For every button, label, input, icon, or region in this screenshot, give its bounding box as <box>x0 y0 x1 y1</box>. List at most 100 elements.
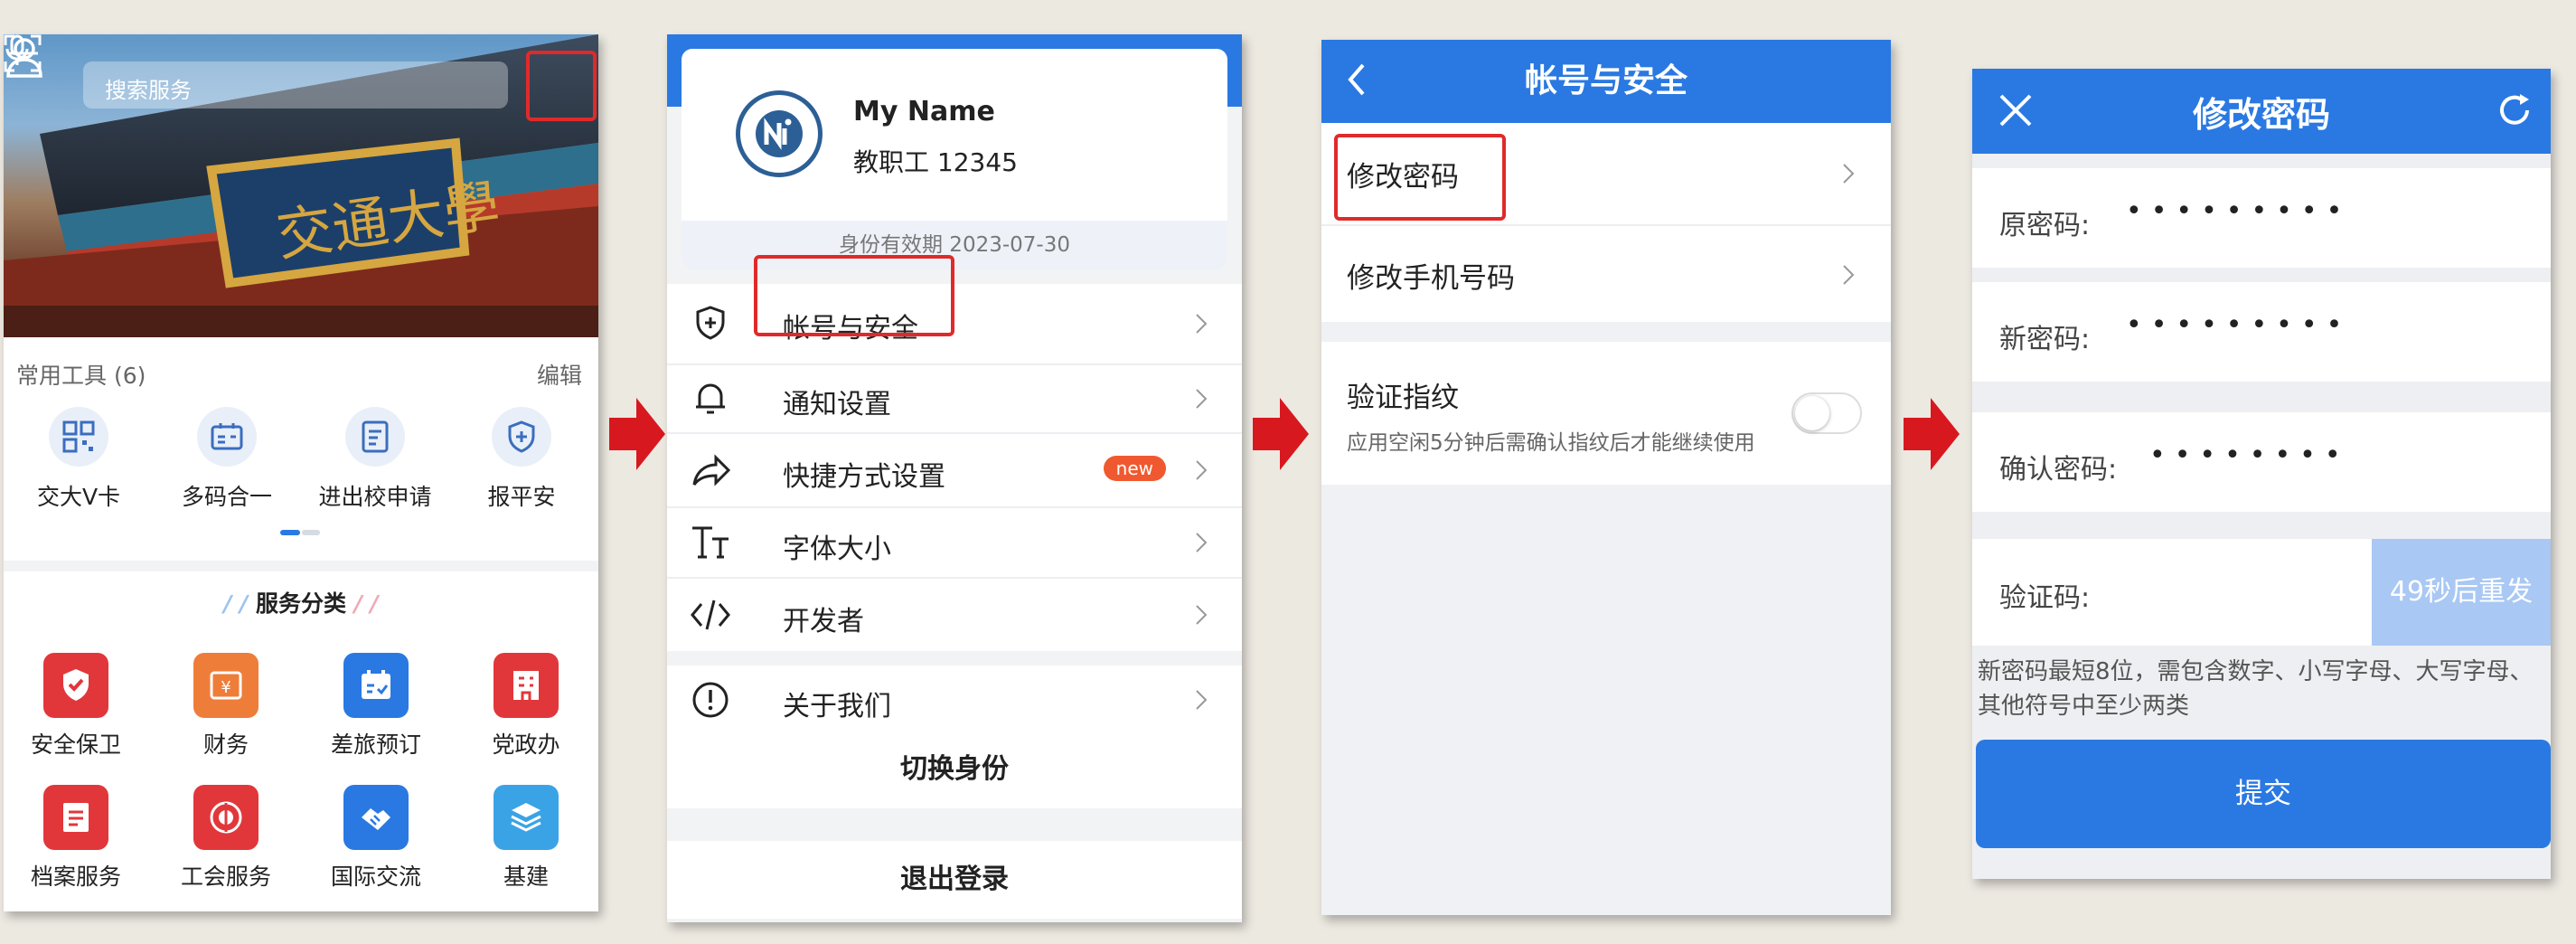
layers-icon <box>494 785 559 850</box>
multi-code-icon <box>197 407 257 467</box>
change-password-highlight <box>1334 134 1506 221</box>
password-hint: 新密码最短8位，需包含数字、小写字母、大写字母、其他符号中至少两类 <box>1978 658 2534 720</box>
svg-text:¥: ¥ <box>221 678 230 697</box>
change-password-screen: 修改密码 原密码: ••••••••• 新密码: ••••••••• 确认密码:… <box>1972 69 2551 879</box>
qr-card-icon <box>49 407 108 467</box>
item-label: 验证指纹 <box>1347 382 1459 414</box>
nav-bar: 修改密码 <box>1972 69 2551 154</box>
new-password-value: ••••••••• <box>2126 309 2352 341</box>
chevron-right-icon <box>1196 314 1208 334</box>
old-password-field[interactable]: 原密码: ••••••••• <box>1972 168 2551 268</box>
new-password-field[interactable]: 新密码: ••••••••• <box>1972 282 2551 382</box>
info-icon <box>692 682 729 718</box>
tool-label: 多码合一 <box>181 484 272 510</box>
confirm-password-field[interactable]: 确认密码: •••••••• <box>1972 412 2551 512</box>
service-party-office[interactable]: 党政办 <box>454 653 598 760</box>
field-label: 新密码: <box>1999 324 2091 355</box>
code-icon <box>691 599 730 630</box>
share-arrow-icon <box>692 454 730 486</box>
service-union[interactable]: 工会服务 <box>154 785 298 892</box>
menu-item-about[interactable]: 关于我们 <box>667 666 1242 734</box>
chevron-right-icon <box>1196 533 1208 552</box>
submit-button[interactable]: 提交 <box>1976 740 2551 848</box>
menu-label: 快捷方式设置 <box>783 461 945 493</box>
old-password-value: ••••••••• <box>2126 195 2352 227</box>
profile-screen: SJTU My Name 教职工 12345 身份有效期 2023-07-30 … <box>667 34 1242 922</box>
tool-report-safe[interactable]: 报平安 <box>454 407 589 512</box>
service-international[interactable]: 国际交流 <box>304 785 448 892</box>
menu-label: 关于我们 <box>783 691 891 722</box>
menu-label: 字体大小 <box>783 533 891 565</box>
step-arrow-icon <box>1904 398 1960 470</box>
page-indicator <box>280 530 320 535</box>
service-label: 档案服务 <box>30 864 121 890</box>
step-arrow-icon <box>609 398 665 470</box>
handshake-icon <box>343 785 409 850</box>
tool-label: 报平安 <box>487 484 556 510</box>
user-icon-highlight <box>526 51 597 121</box>
field-label: 原密码: <box>1999 210 2091 241</box>
fingerprint-description: 应用空闲5分钟后需确认指纹后才能继续使用 <box>1347 431 1755 455</box>
search-input[interactable]: 搜索服务 <box>83 61 508 109</box>
menu-item-font-size[interactable]: 字体大小 <box>667 508 1242 577</box>
tool-label: 进出校申请 <box>318 484 432 510</box>
section-divider <box>4 561 598 571</box>
account-security-screen: 帐号与安全 修改密码 修改手机号码 验证指纹 应用空闲5分钟后需确认指纹后才能继… <box>1321 40 1891 915</box>
menu-item-shortcuts[interactable]: 快捷方式设置 new <box>667 434 1242 506</box>
step-arrow-icon <box>1253 398 1309 470</box>
refresh-icon[interactable] <box>2495 90 2534 130</box>
service-construction[interactable]: 基建 <box>454 785 598 892</box>
service-label: 党政办 <box>492 732 560 758</box>
bell-icon <box>696 383 725 414</box>
tool-campus-access[interactable]: 进出校申请 <box>307 407 443 512</box>
campus-access-icon <box>345 407 405 467</box>
verification-code-field[interactable]: 验证码: 49秒后重发 <box>1972 539 2551 646</box>
switch-identity-button[interactable]: 切换身份 <box>667 731 1242 808</box>
font-size-icon <box>692 526 729 559</box>
logout-button[interactable]: 退出登录 <box>667 841 1242 919</box>
tool-label: 交大V卡 <box>36 484 121 510</box>
shield-plus-icon <box>696 306 725 340</box>
chevron-right-icon <box>1843 164 1855 184</box>
services-section-title: / / 服务分类 / / <box>223 590 379 617</box>
confirm-password-value: •••••••• <box>2149 439 2350 471</box>
campus-gate-banner: 交通大學 搜索服务 <box>4 34 598 337</box>
avatar[interactable] <box>736 90 823 177</box>
page-title: 修改密码 <box>2192 95 2330 135</box>
tool-card-v[interactable]: 交大V卡 <box>11 407 146 512</box>
chevron-right-icon <box>1196 605 1208 625</box>
tools-edit-link[interactable]: 编辑 <box>537 358 582 391</box>
service-label: 工会服务 <box>180 864 271 890</box>
tools-title: 常用工具 (6) <box>16 363 146 389</box>
user-profile-icon[interactable] <box>4 34 45 80</box>
service-finance[interactable]: ¥ 财务 <box>154 653 298 760</box>
fingerprint-item: 验证指纹 应用空闲5分钟后需确认指纹后才能继续使用 <box>1321 342 1891 485</box>
change-phone-item[interactable]: 修改手机号码 <box>1321 226 1891 322</box>
resend-code-button[interactable]: 49秒后重发 <box>2372 539 2551 646</box>
menu-item-developer[interactable]: 开发者 <box>667 579 1242 651</box>
chevron-right-icon <box>1843 265 1855 285</box>
chevron-right-icon <box>1196 690 1208 710</box>
fingerprint-toggle[interactable] <box>1791 392 1862 434</box>
chevron-right-icon <box>1196 389 1208 409</box>
service-archive[interactable]: 档案服务 <box>4 785 148 892</box>
service-label: 安全保卫 <box>30 732 121 758</box>
sjtu-watermark: SJTU <box>1043 56 1227 132</box>
chevron-right-icon <box>1196 460 1208 480</box>
tool-multi-code[interactable]: 多码合一 <box>159 407 295 512</box>
user-role: 教职工 12345 <box>853 147 1018 177</box>
service-travel[interactable]: 差旅预订 <box>304 653 448 760</box>
menu-label: 通知设置 <box>783 389 891 420</box>
home-screen: 交通大學 搜索服务 常用工具 (6) 编辑 交大V卡 多码合一 进出校申请 报平… <box>4 34 598 911</box>
service-label: 基建 <box>503 864 549 890</box>
finance-yen-icon: ¥ <box>193 653 259 718</box>
service-label: 差旅预订 <box>330 732 421 758</box>
page-title: 帐号与安全 <box>1524 62 1688 99</box>
nav-bar: 帐号与安全 <box>1321 40 1891 123</box>
menu-item-notifications[interactable]: 通知设置 <box>667 365 1242 432</box>
party-office-icon <box>494 653 559 718</box>
service-label: 国际交流 <box>330 864 421 890</box>
search-placeholder: 搜索服务 <box>105 78 192 103</box>
service-security[interactable]: 安全保卫 <box>4 653 148 760</box>
item-label: 修改手机号码 <box>1347 262 1515 295</box>
